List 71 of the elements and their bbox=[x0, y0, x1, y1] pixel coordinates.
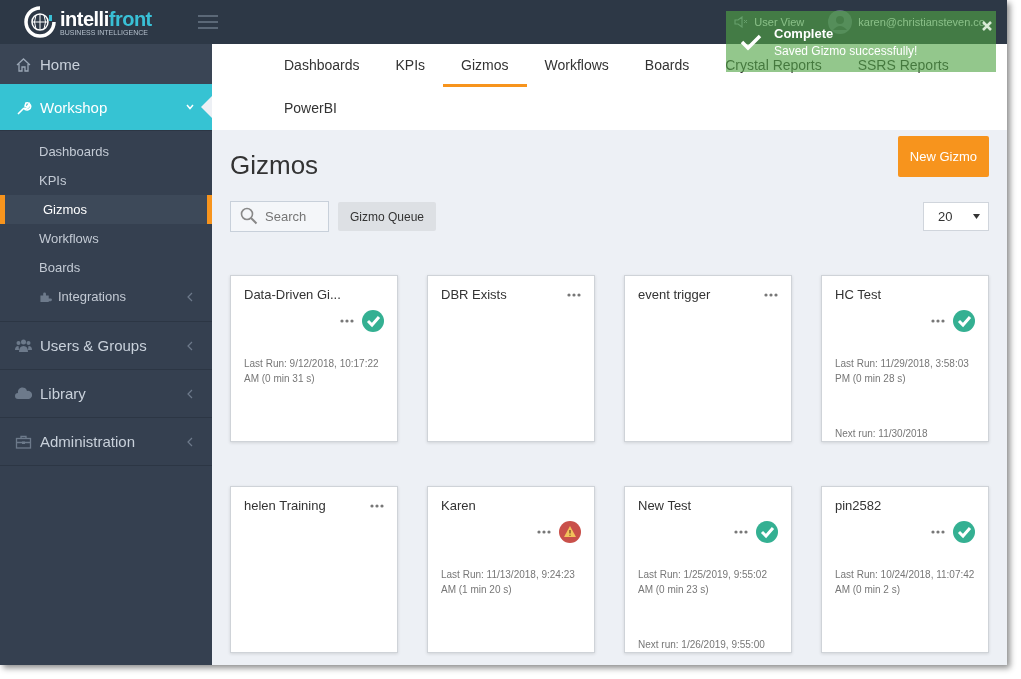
sidebar-subitem[interactable]: KPIs bbox=[0, 166, 212, 195]
gizmo-title: event trigger bbox=[638, 287, 711, 302]
page-title: Gizmos bbox=[230, 150, 319, 181]
gizmo-card[interactable]: HC Test Last Run: 11/29/2018, 3:58:03 PM (0 min 28 s) Next run: 11/30/2018 bbox=[821, 275, 989, 442]
more-options-icon[interactable] bbox=[764, 292, 778, 297]
search-field[interactable]: Search bbox=[230, 201, 329, 232]
more-options-icon[interactable] bbox=[931, 319, 945, 323]
more-options-icon[interactable] bbox=[567, 292, 581, 297]
gizmo-card[interactable]: helen Training bbox=[230, 486, 398, 653]
more-options-icon[interactable] bbox=[931, 530, 945, 534]
gizmo-card[interactable]: event trigger bbox=[624, 275, 792, 442]
caret-icon bbox=[973, 214, 980, 219]
chevron-icon[interactable] bbox=[186, 436, 194, 447]
next-run-text: Next run: 11/30/2018 bbox=[835, 428, 929, 439]
gizmo-queue-button[interactable]: Gizmo Queue bbox=[338, 202, 437, 231]
chevron-icon[interactable] bbox=[186, 388, 194, 399]
gizmo-card[interactable]: Data-Driven Gi... Last Run: 9/12/2018, 10:17:22 AM (0 min 31 s) bbox=[230, 275, 398, 442]
sidebar-subitem[interactable]: Gizmos bbox=[0, 195, 212, 224]
sidebar-subitem[interactable]: Workflows bbox=[0, 224, 212, 253]
tab[interactable]: KPIs bbox=[377, 57, 444, 87]
gizmo-card[interactable]: pin2582 Last Run: 10/24/2018, 11:07:42 AM (0 min 2 s) bbox=[821, 486, 989, 653]
check-circle-icon bbox=[756, 521, 778, 543]
gizmo-title: helen Training bbox=[244, 498, 326, 513]
gizmo-card[interactable]: Karen Last Run: 11/13/2018, 9:24:23 AM (1 min 20 s) bbox=[427, 486, 595, 653]
last-run-text: Last Run: 10/24/2018, 11:07:42 AM (0 min 2 s) bbox=[835, 568, 975, 597]
gizmo-title: pin2582 bbox=[835, 498, 882, 513]
more-options-icon[interactable] bbox=[537, 530, 551, 534]
home-icon bbox=[15, 56, 32, 72]
close-icon[interactable] bbox=[982, 21, 992, 31]
chevron-icon[interactable] bbox=[186, 340, 194, 351]
gizmo-card[interactable]: New Test Last Run: 1/25/2019, 9:55:02 AM (0 min 23 s) Next run: 1/26/2019, 9:55:00 bbox=[624, 486, 792, 653]
tab[interactable]: Dashboards bbox=[266, 57, 378, 87]
search-icon bbox=[240, 207, 258, 225]
tab[interactable]: Gizmos bbox=[443, 57, 527, 87]
last-run-text: Last Run: 1/25/2019, 9:55:02 AM (0 min 23 s) bbox=[638, 568, 768, 597]
check-circle-icon bbox=[953, 521, 975, 543]
sidebar-item[interactable]: Home bbox=[0, 44, 212, 84]
more-options-icon[interactable] bbox=[734, 530, 748, 534]
tab[interactable]: Boards bbox=[626, 57, 708, 87]
check-circle-icon bbox=[362, 310, 384, 332]
gizmo-title: HC Test bbox=[835, 287, 881, 302]
briefcase-icon bbox=[15, 434, 32, 449]
page-size-dropdown[interactable]: 20 bbox=[923, 202, 989, 231]
toast-title: Complete bbox=[774, 25, 835, 41]
chevron-icon[interactable] bbox=[186, 291, 194, 302]
puzzle-icon bbox=[39, 290, 52, 303]
more-options-icon[interactable] bbox=[340, 319, 354, 323]
gizmo-title: DBR Exists bbox=[441, 287, 507, 302]
sidebar-subitem[interactable]: Integrations bbox=[0, 282, 212, 311]
check-circle-icon bbox=[953, 310, 975, 332]
globe-logo-icon bbox=[24, 6, 56, 38]
cloud-icon bbox=[15, 386, 32, 401]
wrench-icon bbox=[15, 99, 32, 115]
last-run-text: Last Run: 11/13/2018, 9:24:23 AM (1 min 20 s) bbox=[441, 568, 576, 597]
next-run-text: Next run: 1/26/2019, 9:55:00 bbox=[638, 639, 766, 650]
warning-icon bbox=[559, 521, 581, 543]
toast-message: Saved Gizmo successfully! bbox=[774, 43, 918, 58]
gizmo-title: New Test bbox=[638, 498, 692, 513]
tab[interactable]: PowerBI bbox=[266, 100, 355, 130]
gizmo-card[interactable]: DBR Exists bbox=[427, 275, 595, 442]
gizmo-title: Karen bbox=[441, 498, 476, 513]
sidebar-subitem[interactable]: Boards bbox=[0, 253, 212, 282]
last-run-text: Last Run: 9/12/2018, 10:17:22 AM (0 min 31 s) bbox=[244, 357, 380, 386]
last-run-text: Last Run: 11/29/2018, 3:58:03 PM (0 min 28 s) bbox=[835, 357, 970, 386]
users-icon bbox=[15, 338, 32, 353]
tab[interactable]: Workflows bbox=[526, 57, 627, 87]
sidebar-subitem[interactable]: Dashboards bbox=[0, 137, 212, 166]
logo-text: intellifront bbox=[60, 8, 152, 29]
gizmo-title: Data-Driven Gi... bbox=[244, 287, 341, 302]
speaker-muted-icon bbox=[734, 16, 749, 28]
more-options-icon[interactable] bbox=[370, 503, 384, 508]
